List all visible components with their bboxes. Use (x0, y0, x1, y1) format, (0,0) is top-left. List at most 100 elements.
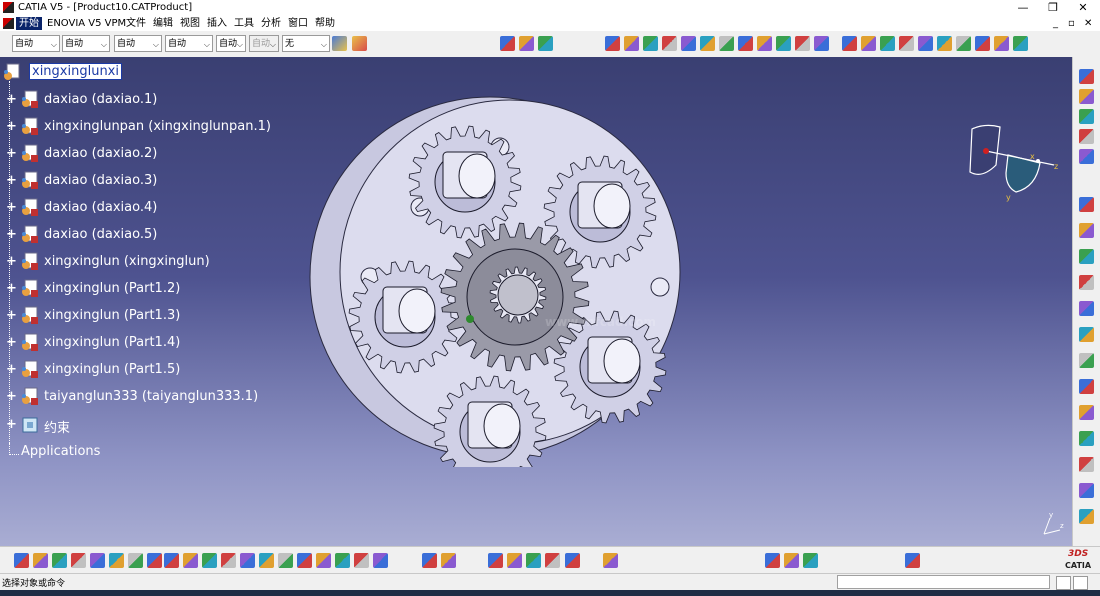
side-tool-icon[interactable] (1079, 431, 1094, 446)
expand-icon[interactable]: + (6, 282, 17, 295)
line-type-combo[interactable]: 自动 ⌵ (165, 35, 213, 52)
view-tool-icon[interactable] (545, 553, 560, 568)
properties-icon[interactable] (352, 36, 367, 51)
expand-icon[interactable]: + (6, 93, 17, 106)
expand-icon[interactable]: + (6, 228, 17, 241)
toolbar-tool-icon[interactable] (899, 36, 914, 51)
point-symbol-combo[interactable]: 自动 ⌵ (216, 35, 246, 52)
view-tool-icon[interactable] (164, 553, 179, 568)
toolbar-tool-icon[interactable] (624, 36, 639, 51)
view-tool-icon[interactable] (488, 553, 503, 568)
3d-viewport[interactable]: xingxinglunxi + daxiao (daxiao.1) + xingxin… (0, 57, 1072, 546)
toolbar-tool-icon[interactable] (681, 36, 696, 51)
menu-window[interactable]: 窗口 (288, 17, 308, 30)
side-tool-icon[interactable] (1079, 149, 1094, 164)
line-thickness-combo[interactable]: 自动 ⌵ (114, 35, 162, 52)
view-tool-icon[interactable] (297, 553, 312, 568)
view-tool-icon[interactable] (335, 553, 350, 568)
doc-minimize-button[interactable]: _ (1053, 17, 1058, 30)
expand-icon[interactable]: + (6, 309, 17, 322)
view-tool-icon[interactable] (565, 553, 580, 568)
toolbar-tool-icon[interactable] (500, 36, 515, 51)
view-tool-icon[interactable] (240, 553, 255, 568)
view-tool-icon[interactable] (259, 553, 274, 568)
toolbar-tool-icon[interactable] (700, 36, 715, 51)
view-tool-icon[interactable] (52, 553, 67, 568)
view-tool-icon[interactable] (71, 553, 86, 568)
expand-icon[interactable]: + (6, 201, 17, 214)
view-tool-icon[interactable] (33, 553, 48, 568)
view-tool-icon[interactable] (507, 553, 522, 568)
command-clear-button[interactable] (1073, 576, 1088, 590)
view-tool-icon[interactable] (603, 553, 618, 568)
view-tool-icon[interactable] (90, 553, 105, 568)
color-combo[interactable]: 自动 ⌵ (12, 35, 60, 52)
toolbar-tool-icon[interactable] (956, 36, 971, 51)
side-tool-icon[interactable] (1079, 379, 1094, 394)
toolbar-tool-icon[interactable] (643, 36, 658, 51)
toolbar-tool-icon[interactable] (994, 36, 1009, 51)
transparency-combo[interactable]: 自动 ⌵ (62, 35, 110, 52)
doc-restore-button[interactable]: ▫ (1068, 17, 1075, 30)
menu-enovia[interactable]: ENOVIA V5 VPM (47, 17, 126, 30)
rendering-style-combo[interactable]: 自动 ⌵ (249, 35, 279, 52)
expand-icon[interactable]: + (6, 390, 17, 403)
doc-close-button[interactable]: ✕ (1084, 17, 1092, 30)
view-tool-icon[interactable] (14, 553, 29, 568)
expand-icon[interactable]: + (6, 336, 17, 349)
view-tool-icon[interactable] (109, 553, 124, 568)
view-tool-icon[interactable] (803, 553, 818, 568)
toolbar-tool-icon[interactable] (738, 36, 753, 51)
side-tool-icon[interactable] (1079, 223, 1094, 238)
view-tool-icon[interactable] (316, 553, 331, 568)
expand-icon[interactable]: + (6, 363, 17, 376)
toolbar-tool-icon[interactable] (757, 36, 772, 51)
toolbar-tool-icon[interactable] (861, 36, 876, 51)
view-tool-icon[interactable] (128, 553, 143, 568)
command-history-button[interactable] (1056, 576, 1071, 590)
view-tool-icon[interactable] (354, 553, 369, 568)
menu-edit[interactable]: 编辑 (153, 17, 173, 30)
close-button[interactable]: ✕ (1068, 0, 1098, 16)
view-tool-icon[interactable] (526, 553, 541, 568)
view-tool-icon[interactable] (422, 553, 437, 568)
view-tool-icon[interactable] (441, 553, 456, 568)
toolbar-tool-icon[interactable] (842, 36, 857, 51)
side-tool-icon[interactable] (1079, 129, 1094, 144)
view-tool-icon[interactable] (278, 553, 293, 568)
menu-insert[interactable]: 插入 (207, 17, 227, 30)
tree-root-label[interactable]: xingxinglunxi (29, 63, 122, 80)
menu-view[interactable]: 视图 (180, 17, 200, 30)
toolbar-tool-icon[interactable] (918, 36, 933, 51)
toolbar-tool-icon[interactable] (719, 36, 734, 51)
menu-tools[interactable]: 工具 (234, 17, 254, 30)
toolbar-tool-icon[interactable] (880, 36, 895, 51)
view-tool-icon[interactable] (373, 553, 388, 568)
toolbar-tool-icon[interactable] (975, 36, 990, 51)
side-tool-icon[interactable] (1079, 109, 1094, 124)
expand-icon[interactable]: + (6, 120, 17, 133)
minimize-button[interactable]: — (1008, 0, 1038, 16)
side-tool-icon[interactable] (1079, 457, 1094, 472)
toolbar-tool-icon[interactable] (937, 36, 952, 51)
expand-icon[interactable]: + (6, 255, 17, 268)
side-tool-icon[interactable] (1079, 275, 1094, 290)
side-tool-icon[interactable] (1079, 69, 1094, 84)
expand-icon[interactable]: + (6, 147, 17, 160)
side-tool-icon[interactable] (1079, 509, 1094, 524)
side-tool-icon[interactable] (1079, 197, 1094, 212)
view-tool-icon[interactable] (765, 553, 780, 568)
toolbar-tool-icon[interactable] (814, 36, 829, 51)
toolbar-tool-icon[interactable] (1013, 36, 1028, 51)
toolbar-tool-icon[interactable] (605, 36, 620, 51)
toolbar-tool-icon[interactable] (776, 36, 791, 51)
toolbar-tool-icon[interactable] (662, 36, 677, 51)
menu-analyze[interactable]: 分析 (261, 17, 281, 30)
layer-combo[interactable]: 无 ⌵ (282, 35, 330, 52)
view-tool-icon[interactable] (202, 553, 217, 568)
expand-icon[interactable]: + (6, 174, 17, 187)
command-input[interactable] (837, 575, 1050, 589)
menu-start[interactable]: 开始 (16, 17, 42, 30)
compass-icon[interactable]: x y z (960, 117, 1070, 207)
view-tool-icon[interactable] (147, 553, 162, 568)
